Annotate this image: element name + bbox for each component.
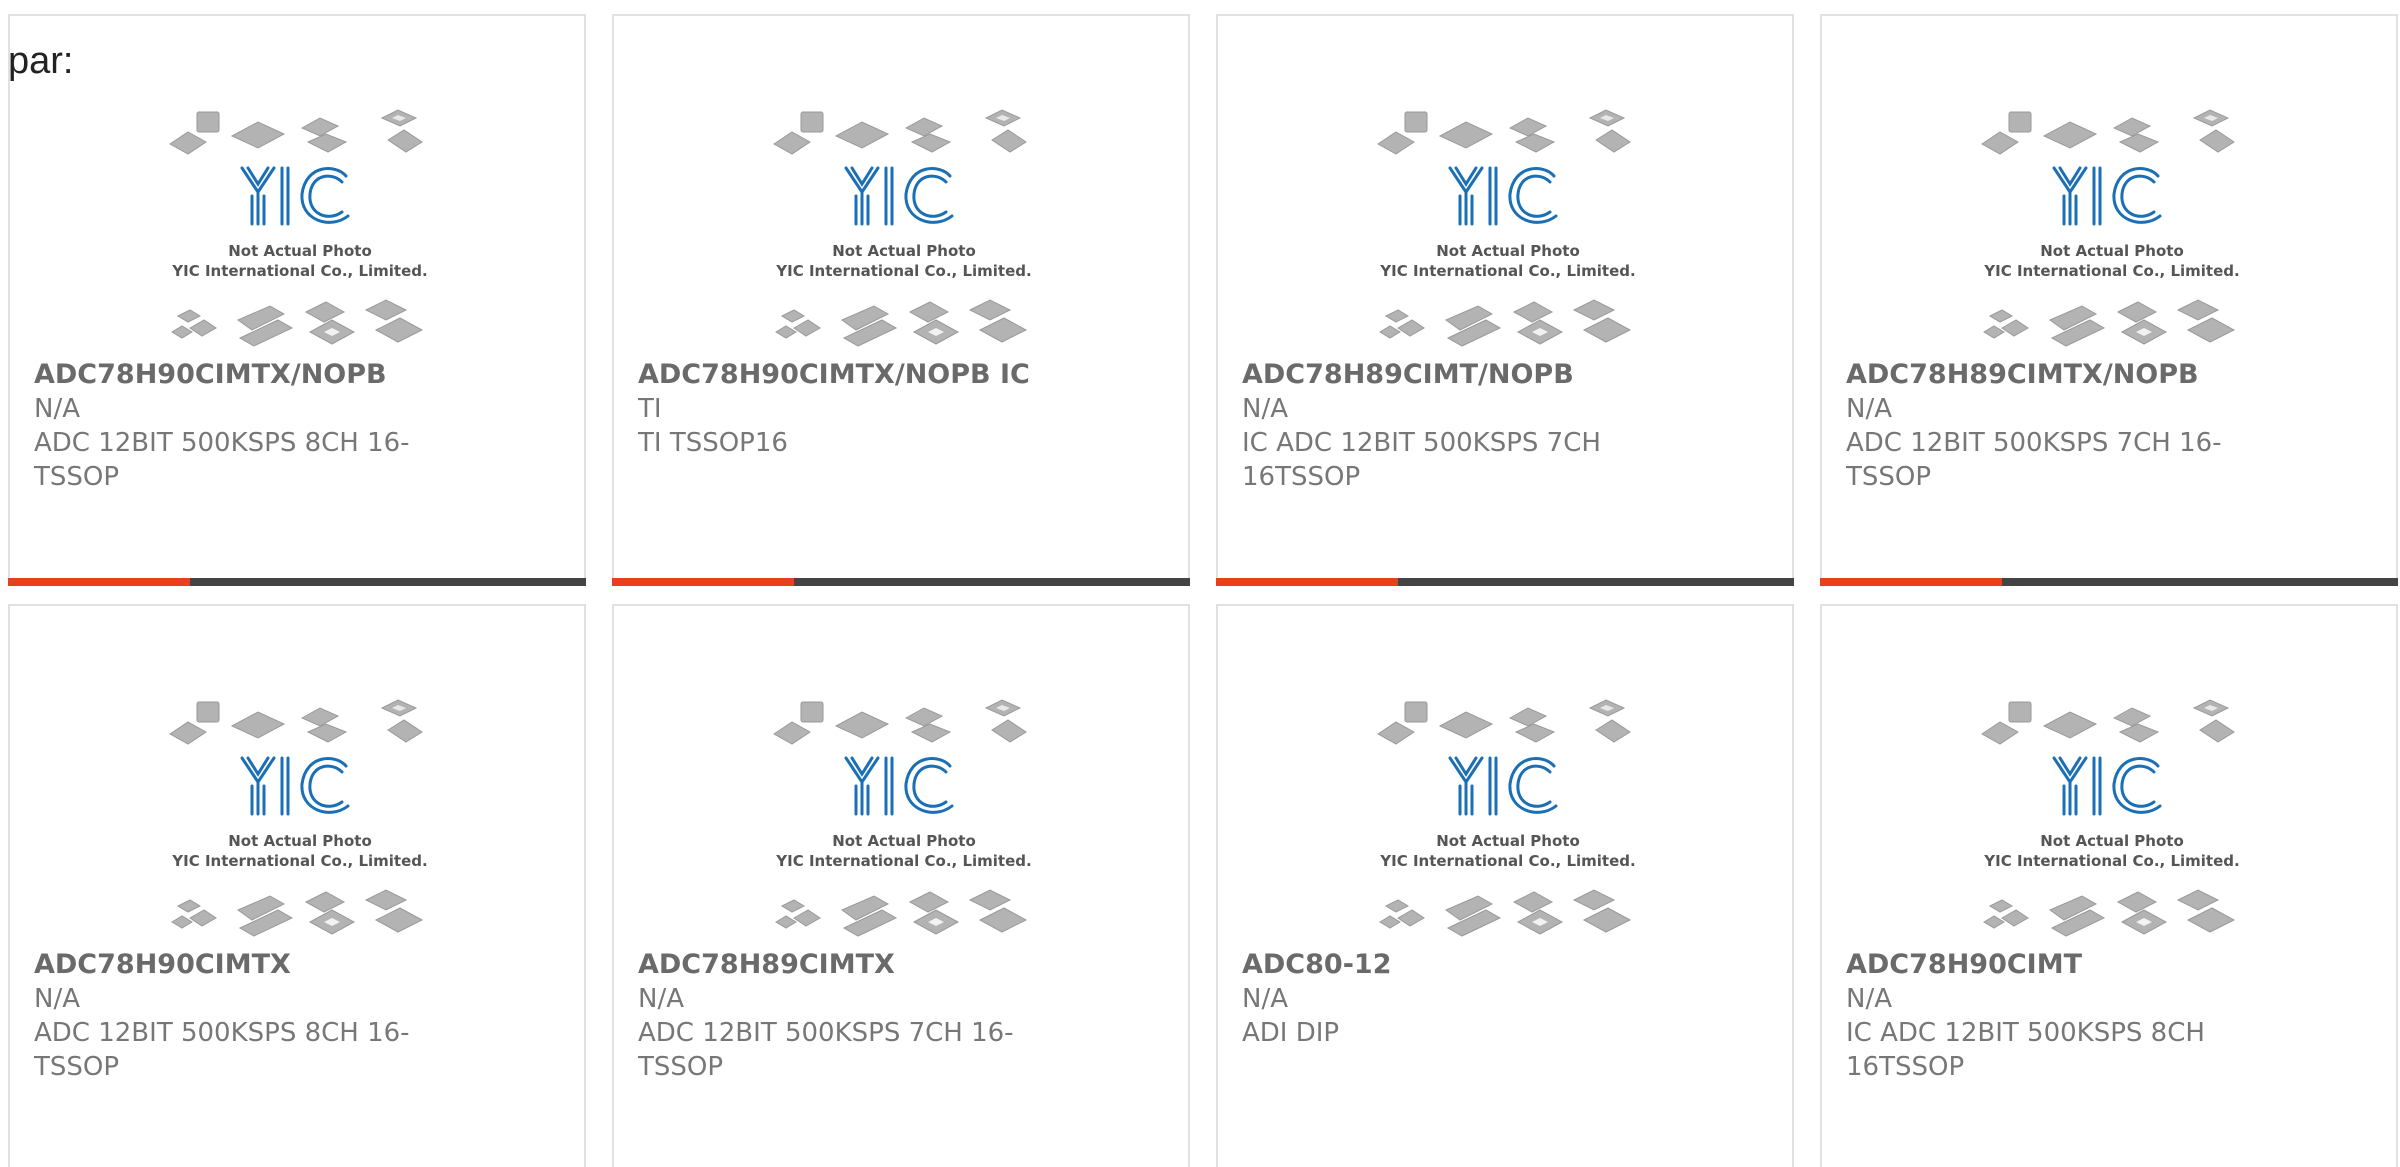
svg-text:YIC International Co., Limited: YIC International Co., Limited. — [171, 852, 427, 870]
product-placeholder-image: Not Actual Photo YIC International Co., … — [169, 699, 428, 937]
part-number[interactable]: ADC78H90CIMTX/NOPB IC — [638, 358, 1078, 392]
manufacturer: N/A — [1846, 984, 1892, 1014]
part-number[interactable]: ADC78H89CIMTX/NOPB — [1846, 358, 2286, 392]
product-placeholder-image: Not Actual Photo YIC International Co., … — [773, 699, 1032, 937]
product-description: ADC 12BIT 500KSPS 7CH 16-TSSOP — [1846, 428, 2222, 492]
manufacturer: N/A — [1242, 984, 1288, 1014]
part-number[interactable]: ADC80-12 — [1242, 948, 1682, 982]
product-info: ADC78H89CIMTX N/A ADC 12BIT 500KSPS 7CH … — [638, 948, 1078, 1084]
product-info: ADC78H90CIMT N/A IC ADC 12BIT 500KSPS 8C… — [1846, 948, 2286, 1084]
product-info: ADC78H89CIMTX/NOPB N/A ADC 12BIT 500KSPS… — [1846, 358, 2286, 494]
product-description: TI TSSOP16 — [638, 428, 788, 458]
product-info: ADC80-12 N/A ADI DIP — [1242, 948, 1682, 1050]
part-number[interactable]: ADC78H89CIMT/NOPB — [1242, 358, 1682, 392]
product-card[interactable]: Not Actual Photo YIC International Co., … — [612, 604, 1190, 1167]
svg-text:YIC International Co., Limited: YIC International Co., Limited. — [1983, 852, 2239, 870]
part-number[interactable]: ADC78H90CIMTX — [34, 948, 474, 982]
svg-text:Not Actual Photo: Not Actual Photo — [1436, 832, 1580, 850]
product-description: ADC 12BIT 500KSPS 8CH 16-TSSOP — [34, 1018, 410, 1082]
svg-text:YIC International Co., Limited: YIC International Co., Limited. — [1379, 852, 1635, 870]
svg-text:Not Actual Photo: Not Actual Photo — [832, 242, 976, 260]
product-description: ADI DIP — [1242, 1018, 1340, 1048]
svg-text:Not Actual Photo: Not Actual Photo — [228, 832, 372, 850]
product-grid-page: par: Not Actual Photo YIC International … — [0, 0, 2400, 1167]
card-bar-accent — [612, 578, 794, 586]
product-description: IC ADC 12BIT 500KSPS 7CH 16TSSOP — [1242, 428, 1601, 492]
svg-text:Not Actual Photo: Not Actual Photo — [2040, 242, 2184, 260]
card-bar-accent — [8, 578, 190, 586]
product-card[interactable]: Not Actual Photo YIC International Co., … — [1216, 14, 1794, 586]
svg-text:Not Actual Photo: Not Actual Photo — [832, 832, 976, 850]
product-info: ADC78H90CIMTX N/A ADC 12BIT 500KSPS 8CH … — [34, 948, 474, 1084]
svg-text:YIC International Co., Limited: YIC International Co., Limited. — [1379, 262, 1635, 280]
card-bottom-bar — [8, 578, 586, 586]
svg-text:YIC International Co., Limited: YIC International Co., Limited. — [1983, 262, 2239, 280]
product-card[interactable]: Not Actual Photo YIC International Co., … — [1820, 14, 2398, 586]
card-bottom-bar — [612, 578, 1190, 586]
part-number[interactable]: ADC78H90CIMT — [1846, 948, 2286, 982]
svg-text:YIC International Co., Limited: YIC International Co., Limited. — [171, 262, 427, 280]
product-card[interactable]: Not Actual Photo YIC International Co., … — [8, 604, 586, 1167]
manufacturer: TI — [638, 394, 662, 424]
manufacturer: N/A — [34, 984, 80, 1014]
product-info: ADC78H90CIMTX/NOPB IC TI TI TSSOP16 — [638, 358, 1078, 460]
manufacturer: N/A — [34, 394, 80, 424]
card-bottom-bar — [1820, 578, 2398, 586]
product-card[interactable]: Not Actual Photo YIC International Co., … — [1216, 604, 1794, 1167]
product-card[interactable]: Not Actual Photo YIC International Co., … — [612, 14, 1190, 586]
card-bar-accent — [1820, 578, 2002, 586]
product-placeholder-image: Not Actual Photo YIC International Co., … — [1377, 699, 1636, 937]
product-description: ADC 12BIT 500KSPS 8CH 16-TSSOP — [34, 428, 410, 492]
svg-text:YIC International Co., Limited: YIC International Co., Limited. — [775, 262, 1031, 280]
product-grid: Not Actual Photo YIC International Co., … — [8, 14, 2400, 1167]
product-info: ADC78H90CIMTX/NOPB N/A ADC 12BIT 500KSPS… — [34, 358, 474, 494]
par-label: par: — [8, 40, 74, 82]
product-placeholder-image: Not Actual Photo YIC International Co., … — [773, 109, 1032, 347]
product-placeholder-image: Not Actual Photo YIC International Co., … — [1981, 699, 2240, 937]
part-number[interactable]: ADC78H89CIMTX — [638, 948, 1078, 982]
product-placeholder-image: Not Actual Photo YIC International Co., … — [1377, 109, 1636, 347]
product-placeholder-image: Not Actual Photo YIC International Co., … — [1981, 109, 2240, 347]
svg-text:Not Actual Photo: Not Actual Photo — [2040, 832, 2184, 850]
manufacturer: N/A — [638, 984, 684, 1014]
manufacturer: N/A — [1846, 394, 1892, 424]
product-card[interactable]: Not Actual Photo YIC International Co., … — [8, 14, 586, 586]
product-description: IC ADC 12BIT 500KSPS 8CH 16TSSOP — [1846, 1018, 2205, 1082]
product-description: ADC 12BIT 500KSPS 7CH 16-TSSOP — [638, 1018, 1014, 1082]
svg-text:YIC International Co., Limited: YIC International Co., Limited. — [775, 852, 1031, 870]
svg-text:Not Actual Photo: Not Actual Photo — [1436, 242, 1580, 260]
card-bottom-bar — [1216, 578, 1794, 586]
product-placeholder-image: Not Actual Photo YIC International Co., … — [169, 109, 428, 347]
product-info: ADC78H89CIMT/NOPB N/A IC ADC 12BIT 500KS… — [1242, 358, 1682, 494]
card-bar-accent — [1216, 578, 1398, 586]
part-number[interactable]: ADC78H90CIMTX/NOPB — [34, 358, 474, 392]
manufacturer: N/A — [1242, 394, 1288, 424]
product-card[interactable]: Not Actual Photo YIC International Co., … — [1820, 604, 2398, 1167]
svg-text:Not Actual Photo: Not Actual Photo — [228, 242, 372, 260]
